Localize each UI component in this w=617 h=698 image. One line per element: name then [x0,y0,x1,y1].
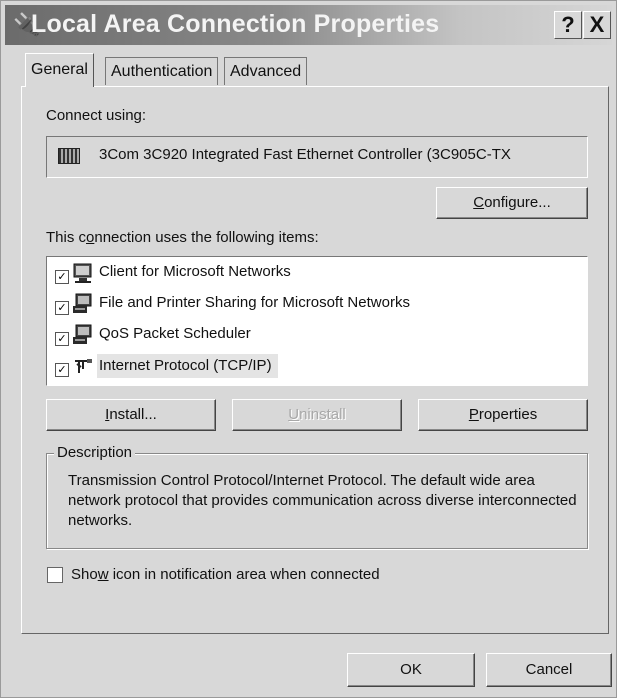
list-item[interactable]: ✓ QoS Packet Scheduler [55,322,575,350]
item-checkbox[interactable]: ✓ [55,332,69,346]
qos-scheduler-icon [73,324,93,346]
item-label: File and Printer Sharing for Microsoft N… [99,294,410,311]
window-title: Local Area Connection Properties [31,10,440,38]
uninstall-button[interactable]: Uninstall [232,399,402,431]
configure-label: onfigure... [484,194,551,211]
list-item-selected[interactable]: ✓ Internet Protocol (TCP/IP) [55,353,575,381]
item-label: Client for Microsoft Networks [99,263,291,280]
item-label: Internet Protocol (TCP/IP) [97,354,278,378]
close-button[interactable]: X [583,11,611,39]
components-list[interactable]: ✓ Client for Microsoft Networks ✓ File a… [46,256,588,386]
install-label: nstall... [109,406,157,423]
item-checkbox[interactable]: ✓ [55,270,69,284]
tab-authentication[interactable]: Authentication [105,57,219,85]
show-icon-label-post: icon in notification area when connected [108,566,380,583]
tcpip-protocol-icon [73,355,93,377]
install-button[interactable]: Install... [46,399,216,431]
help-button[interactable]: ? [554,11,582,39]
uninstall-accel: U [288,406,300,423]
show-icon-checkbox[interactable] [47,567,63,583]
configure-accel: C [473,194,485,211]
tab-general[interactable]: General [25,53,94,87]
cancel-button[interactable]: Cancel [486,653,612,687]
connect-using-label: Connect using: [46,107,147,124]
item-checkbox[interactable]: ✓ [55,363,69,377]
item-checkbox[interactable]: ✓ [55,301,69,315]
description-legend: Description [54,444,136,461]
show-icon-label-pre: Sho [71,566,98,583]
items-label-b: nnection uses the following items: [94,229,319,246]
properties-dialog: 🔌 Local Area Connection Properties ? X G… [0,0,617,698]
properties-accel: P [468,406,479,423]
properties-button[interactable]: Properties [418,399,588,431]
ok-button[interactable]: OK [347,653,475,687]
description-text: Transmission Control Protocol/Internet P… [68,472,577,529]
items-label-a: This c [46,229,87,246]
network-adapter-icon [58,148,80,164]
show-icon-label[interactable]: Show icon in notification area when conn… [71,566,380,583]
network-connection-icon: 🔌 [13,12,41,37]
configure-button[interactable]: Configure... [436,187,588,219]
adapter-name: 3Com 3C920 Integrated Fast Ethernet Cont… [99,146,511,163]
client-network-icon [73,262,93,284]
item-label: QoS Packet Scheduler [99,325,251,342]
properties-label: roperties [478,406,538,423]
title-bar[interactable]: 🔌 Local Area Connection Properties ? X [5,5,612,45]
list-item[interactable]: ✓ Client for Microsoft Networks [55,260,575,288]
items-label: This connection uses the following items… [46,229,319,246]
list-item[interactable]: ✓ File and Printer Sharing for Microsoft… [55,291,575,319]
adapter-field[interactable]: 3Com 3C920 Integrated Fast Ethernet Cont… [46,136,588,178]
show-icon-accel: w [97,566,109,583]
file-printer-sharing-icon [73,293,93,315]
uninstall-label: ninstall [299,406,346,423]
tab-advanced[interactable]: Advanced [224,57,308,85]
